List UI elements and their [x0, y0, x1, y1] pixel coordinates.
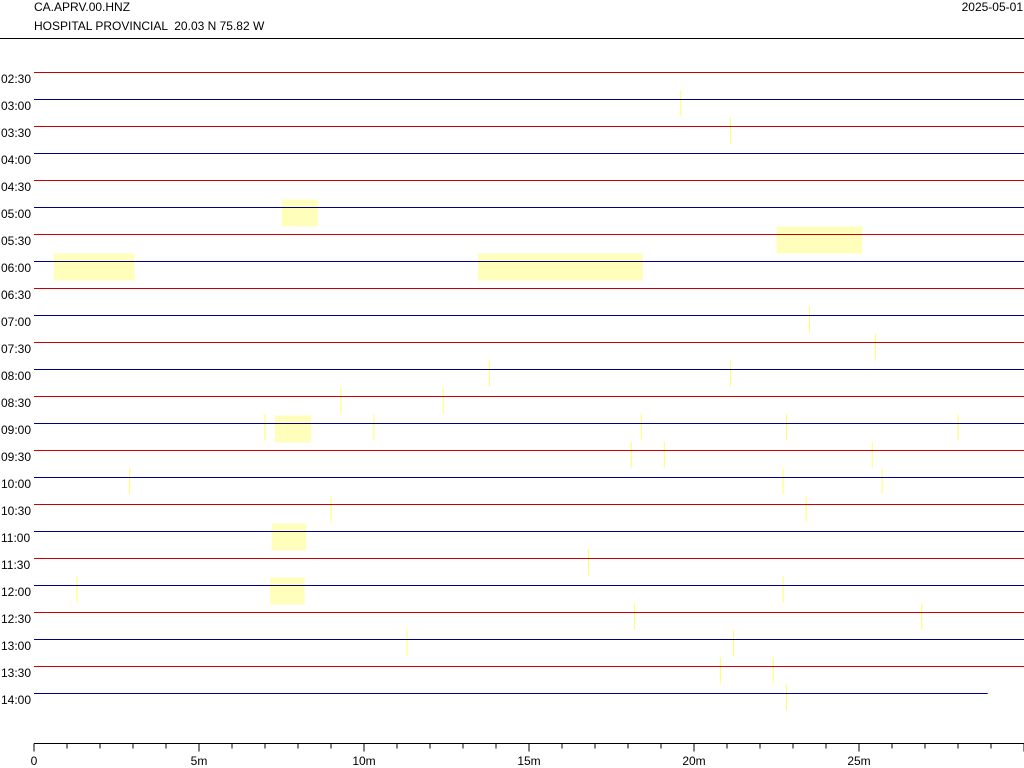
row-label: 07:30 — [1, 342, 31, 356]
row-label: 04:30 — [1, 180, 31, 194]
row-label: 03:00 — [1, 99, 31, 113]
row-label: 08:30 — [1, 396, 31, 410]
row-label: 03:30 — [1, 126, 31, 140]
row-label: 06:00 — [1, 261, 31, 275]
row-label: 12:30 — [1, 612, 31, 626]
x-tick-label: 10m — [352, 754, 375, 768]
helicorder-plot: 02:30 03:00 03:30 04:00 04:30 05:00 05:30 06:00… — [0, 38, 1024, 768]
row-label: 10:30 — [1, 504, 31, 518]
row-label: 14:00 — [1, 693, 31, 707]
highlight-block — [269, 577, 305, 605]
row-label: 09:00 — [1, 423, 31, 437]
row-labels: 02:30 03:00 03:30 04:00 04:30 05:00 05:30 06:00… — [1, 72, 31, 707]
row-label: 05:30 — [1, 234, 31, 248]
x-tick-label: 15m — [517, 754, 540, 768]
highlight-block — [477, 253, 643, 281]
highlight-block — [281, 199, 318, 227]
highlight-block — [776, 226, 863, 254]
row-label: 04:00 — [1, 153, 31, 167]
row-label: 13:30 — [1, 666, 31, 680]
x-tick-label: 20m — [682, 754, 705, 768]
row-label: 05:00 — [1, 207, 31, 221]
trace-lines — [34, 72, 1024, 694]
highlight-blocks — [53, 199, 863, 605]
row-label: 13:00 — [1, 639, 31, 653]
row-label: 06:30 — [1, 288, 31, 302]
row-label: 02:30 — [1, 72, 31, 86]
row-label: 08:00 — [1, 369, 31, 383]
row-label: 09:30 — [1, 450, 31, 464]
row-label: 11:30 — [1, 558, 30, 572]
signal-spikes — [76, 90, 959, 711]
highlight-block — [274, 415, 312, 443]
x-tick-label: 0 — [31, 754, 38, 768]
x-tick-label: 5m — [191, 754, 208, 768]
x-axis: 0 5m 10m 15m 20m 25m — [31, 743, 1024, 768]
x-tick-label: 25m — [847, 754, 870, 768]
highlight-block — [271, 523, 307, 551]
row-label: 11:00 — [1, 531, 30, 545]
row-label: 07:00 — [1, 315, 31, 329]
row-label: 12:00 — [1, 585, 31, 599]
row-label: 10:00 — [1, 477, 31, 491]
highlight-block — [53, 253, 135, 281]
